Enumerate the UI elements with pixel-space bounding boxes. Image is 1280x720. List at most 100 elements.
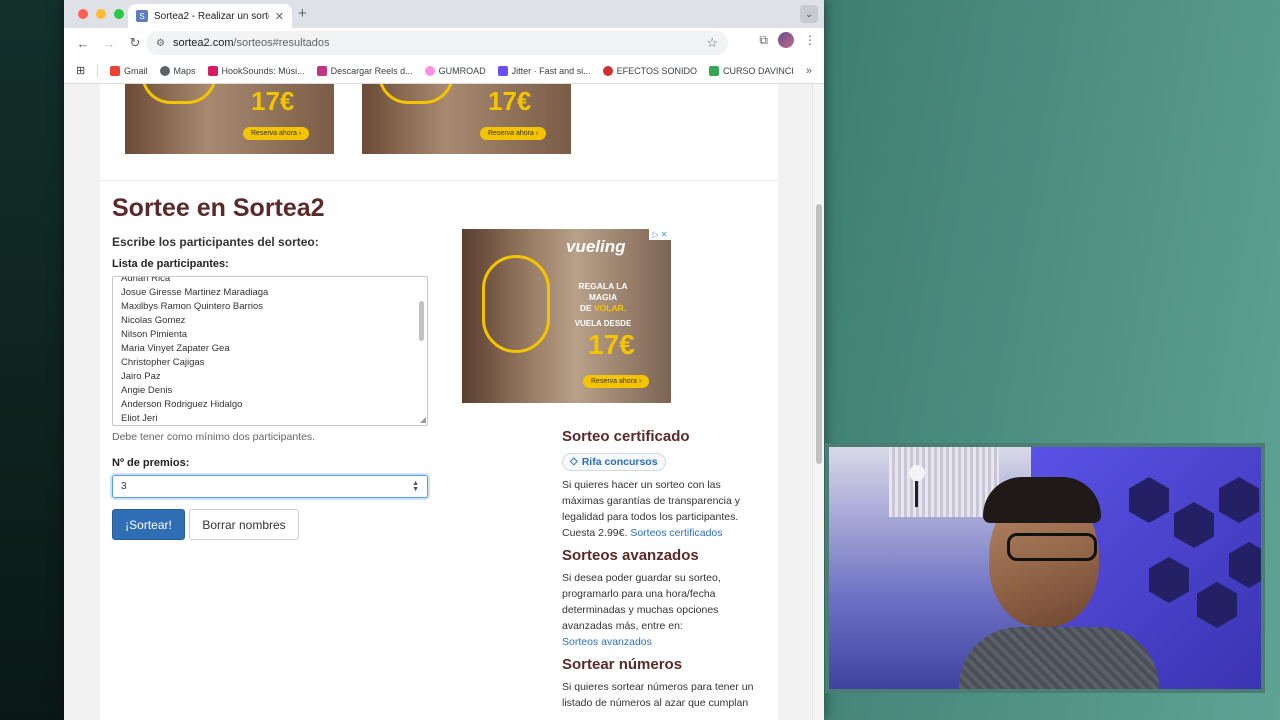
ad-headline: REGALA LA MAGIA DE VOLAR.: [566, 281, 640, 314]
presenter-glasses: [1007, 533, 1097, 561]
participant-item: Nilson Pimienta: [121, 329, 187, 340]
clear-names-button[interactable]: Borrar nombres: [189, 509, 299, 540]
bookmark-gumroad[interactable]: GUMROAD: [424, 65, 486, 76]
participant-item: Maxilbys Ramon Quintero Barrios: [121, 301, 264, 312]
advanced-heading: Sorteos avanzados: [562, 546, 699, 564]
globe-icon: [159, 65, 170, 76]
bookmark-maps[interactable]: Maps: [159, 65, 196, 76]
site-info-icon[interactable]: ⚙: [156, 38, 165, 49]
apps-icon[interactable]: ⊞: [76, 64, 85, 77]
advanced-link[interactable]: Sorteos avanzados: [562, 636, 652, 648]
participants-help-text: Debe tener como mínimo dos participantes…: [112, 431, 316, 443]
ad-choices-icon[interactable]: ▷ ✕: [649, 229, 671, 240]
ad-price: 17€: [251, 86, 295, 116]
tab-close-icon[interactable]: ✕: [275, 10, 284, 23]
presenter-sweater: [959, 627, 1159, 689]
window-controls: [78, 9, 124, 19]
sidebar-column: Sorteo certificado ◇ Rifa concursos Si q…: [562, 428, 762, 717]
webcam-overlay: [825, 443, 1265, 693]
page-container: 17€ Reserva ahora › 17€ Reserva ahora › …: [100, 84, 778, 720]
ad-line-1: REGALA LA MAGIA: [578, 281, 628, 302]
number-spinner-icon[interactable]: ▲ ▼: [412, 480, 419, 493]
gmail-icon: [110, 65, 121, 76]
tab-search-icon[interactable]: ⌄: [800, 5, 818, 23]
tab-active[interactable]: S Sortea2 - Realizar un sorteo ✕: [128, 4, 292, 28]
page-scrollbar[interactable]: [812, 84, 824, 720]
participant-item: Anderson Rodriguez Hidalgo: [121, 399, 243, 410]
browser-window: S Sortea2 - Realizar un sorteo ✕ + ⌄ ← →…: [64, 0, 824, 720]
ad-cta-button[interactable]: Reserva ahora ›: [583, 375, 650, 388]
ad-ring-shape: [141, 84, 217, 104]
ad-ring-shape: [482, 255, 550, 353]
prizes-label: Nº de premios:: [112, 457, 190, 469]
participant-item: Maria Vinyet Zapater Gea: [121, 343, 230, 354]
bookmark-star-icon[interactable]: ☆: [706, 35, 718, 51]
browser-toolbar: ← → ↻ ⚙ sortea2.com/sorteos#resultados ☆…: [64, 28, 824, 58]
reels-icon: [316, 65, 327, 76]
numbers-heading: Sortear números: [562, 655, 683, 673]
url-text[interactable]: sortea2.com/sorteos#resultados: [173, 37, 698, 49]
participant-item: Jairo Paz: [121, 371, 161, 382]
ad-cta-button[interactable]: Reserva ahora ›: [243, 127, 310, 140]
ad-line-2: DE VOLAR.: [579, 303, 627, 313]
forward-icon[interactable]: →: [98, 32, 120, 54]
bookmark-hooksounds[interactable]: HookSounds: Músi...: [207, 65, 305, 76]
jitter-icon: [497, 65, 508, 76]
participant-item: Angie Denis: [121, 385, 173, 396]
prizes-value: 3: [121, 481, 127, 492]
bookmark-gmail[interactable]: Gmail: [110, 65, 148, 76]
tab-title: Sortea2 - Realizar un sorteo: [154, 10, 269, 22]
ad-cta-button[interactable]: Reserva ahora ›: [480, 127, 547, 140]
participant-item: Adrian Rica: [121, 276, 171, 284]
bookmark-curso-davinci[interactable]: CURSO DAVINCI: [709, 65, 794, 76]
tab-bar: S Sortea2 - Realizar un sorteo ✕ + ⌄: [64, 0, 824, 28]
participants-textarea[interactable]: Adrian Rica Josue Giresse Martinez Maradi…: [112, 276, 428, 426]
bookmark-reels[interactable]: Descargar Reels d...: [316, 65, 413, 76]
tag-icon: ◇: [570, 456, 578, 467]
ad-price: 17€: [488, 86, 532, 116]
resize-handle-icon[interactable]: ◢: [420, 416, 426, 424]
address-bar[interactable]: ⚙ sortea2.com/sorteos#resultados ☆: [146, 31, 728, 55]
page-title: Sortee en Sortea2: [112, 194, 325, 222]
certified-link[interactable]: Sorteos certificados: [630, 527, 722, 539]
lamp-icon: [909, 465, 925, 481]
presenter: [959, 477, 1159, 689]
new-tab-icon[interactable]: +: [298, 5, 307, 22]
top-ad-banner-1[interactable]: 17€ Reserva ahora ›: [125, 84, 334, 154]
toolbar-right: ⧉ ⋮: [759, 32, 816, 48]
back-icon[interactable]: ←: [72, 32, 94, 54]
bookmarks-bar: ⊞ Gmail Maps HookSounds: Músi... Descarg…: [64, 58, 824, 84]
hooksounds-icon: [207, 65, 218, 76]
side-ad-banner[interactable]: vueling ▷ ✕ REGALA LA MAGIA DE VOLAR. VUE…: [462, 229, 671, 403]
menu-icon[interactable]: ⋮: [804, 33, 816, 47]
textarea-scrollbar[interactable]: [419, 301, 424, 341]
numbers-text: Si quieres sortear números para tener un…: [562, 680, 754, 709]
prizes-number-input[interactable]: 3 ▲ ▼: [112, 475, 428, 498]
close-window-button[interactable]: [78, 9, 88, 19]
participants-list: Adrian Rica Josue Giresse Martinez Maradi…: [121, 276, 269, 425]
draw-button[interactable]: ¡Sortear!: [112, 509, 185, 540]
url-domain: sortea2.com: [172, 37, 234, 49]
extensions-icon[interactable]: ⧉: [759, 33, 768, 48]
participant-item: Josue Giresse Martinez Maradiaga: [121, 287, 269, 298]
participant-item: Christopher Cajigas: [121, 357, 205, 368]
gumroad-icon: [424, 65, 435, 76]
bookmark-efectos-sonido[interactable]: EFECTOS SONIDO: [602, 65, 697, 76]
presenter-hair: [983, 477, 1101, 523]
davinci-icon: [709, 65, 720, 76]
site-favicon-icon: S: [136, 10, 148, 22]
rifa-concursos-badge[interactable]: ◇ Rifa concursos: [562, 452, 666, 471]
top-ad-banner-2[interactable]: 17€ Reserva ahora ›: [362, 84, 571, 154]
participants-label: Lista de participantes:: [112, 258, 229, 270]
reload-icon[interactable]: ↻: [124, 32, 146, 54]
sound-effects-icon: [602, 65, 613, 76]
page-scroll-thumb[interactable]: [816, 204, 822, 464]
more-bookmarks-icon[interactable]: »: [806, 65, 812, 77]
page-viewport: 17€ Reserva ahora › 17€ Reserva ahora › …: [64, 84, 824, 720]
bookmark-jitter[interactable]: Jitter · Fast and si...: [497, 65, 591, 76]
certified-heading: Sorteo certificado: [562, 428, 690, 445]
profile-avatar[interactable]: [778, 32, 794, 48]
lamp-stand: [915, 481, 918, 507]
minimize-window-button[interactable]: [96, 9, 106, 19]
maximize-window-button[interactable]: [114, 9, 124, 19]
